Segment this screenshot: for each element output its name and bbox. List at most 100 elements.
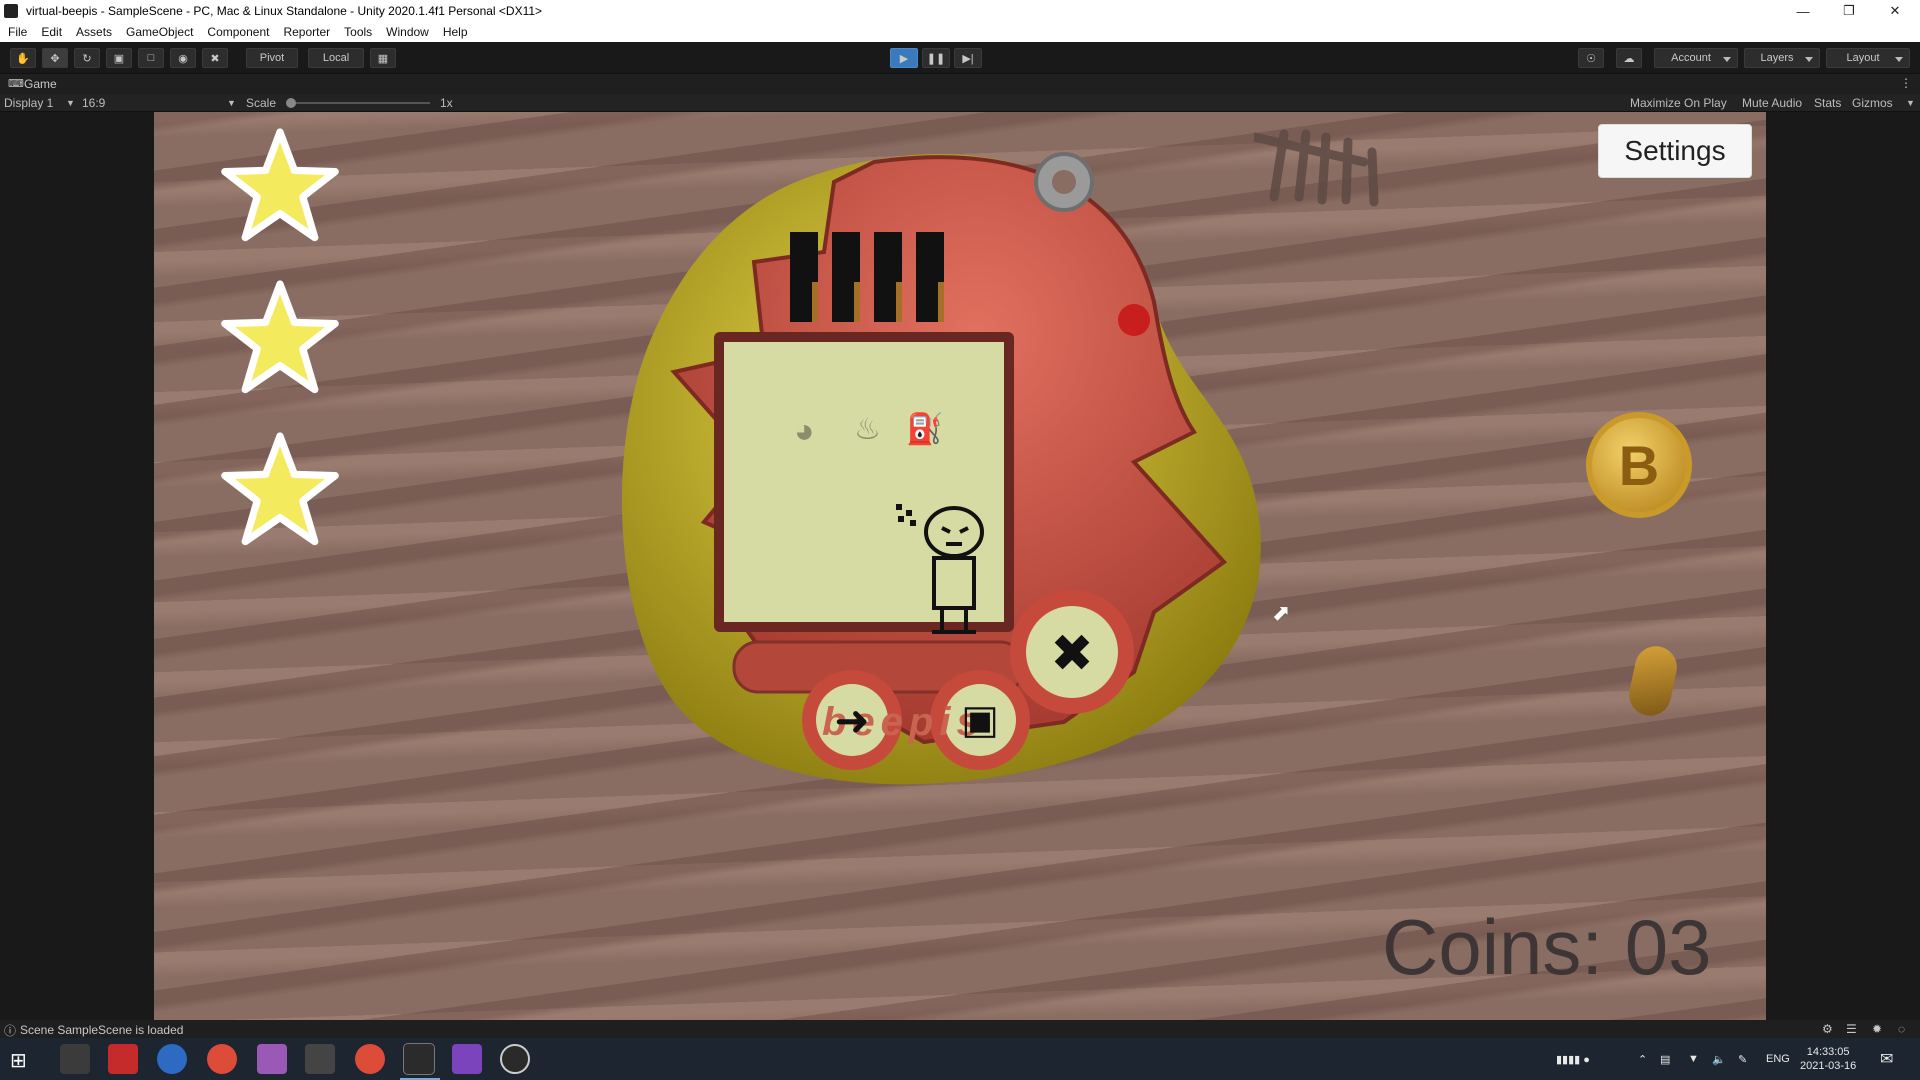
info-icon: ⓘ <box>4 1024 17 1038</box>
title-bar: virtual-beepis - SampleScene - PC, Mac &… <box>0 0 1920 22</box>
status-bar: ⓘ Scene SampleScene is loaded ⚙ ☰ ✹ ◌ <box>0 1020 1920 1038</box>
scale-label: Scale <box>246 96 277 110</box>
transform-tool-icon[interactable]: ◉ <box>170 48 196 68</box>
move-tool-icon[interactable]: ✥ <box>42 48 68 68</box>
minimize-button[interactable]: — <box>1780 0 1826 22</box>
stats-toggle[interactable]: Stats <box>1814 96 1841 110</box>
hand-tool-icon[interactable]: ✋ <box>10 48 36 68</box>
window-title: virtual-beepis - SampleScene - PC, Mac &… <box>26 4 543 18</box>
coin-symbol: B <box>1618 433 1660 497</box>
taskbar-gitkraken-icon[interactable] <box>305 1044 335 1074</box>
menu-reporter[interactable]: Reporter <box>283 25 330 39</box>
close-button[interactable]: ✕ <box>1872 0 1918 22</box>
bug-icon[interactable]: ✹ <box>1872 1022 1882 1036</box>
aspect-dropdown[interactable]: 16:9 <box>82 96 105 110</box>
taskbar-todoist-icon[interactable] <box>108 1044 138 1074</box>
display-dropdown[interactable]: Display 1 <box>4 96 53 110</box>
tray-wifi-icon[interactable]: ▼ <box>1688 1038 1699 1080</box>
windows-taskbar: ⊞ ▮▮▮▮ ● ⌃ ▤ ▼ 🔈 ✎ ENG 14:33:05 2021-03-… <box>0 1038 1920 1080</box>
account-dropdown[interactable]: Account <box>1654 48 1738 68</box>
gamepad-icon: ⌨ <box>8 78 24 90</box>
pause-button[interactable]: ❚❚ <box>922 48 950 68</box>
menu-help[interactable]: Help <box>443 25 468 39</box>
scale-value: 1x <box>440 96 453 110</box>
language-label: ENG <box>1766 1053 1790 1065</box>
taskbar-chrome-icon[interactable] <box>207 1044 237 1074</box>
windows-start-icon[interactable]: ⊞ <box>10 1048 27 1073</box>
debug-icon[interactable]: ⚙ <box>1822 1022 1833 1036</box>
chevron-down-icon: ▼ <box>227 98 236 108</box>
taskbar-unity-icon[interactable] <box>403 1043 435 1075</box>
menu-gameobject[interactable]: GameObject <box>126 25 193 39</box>
game-view-controls: Display 1 ▼ 16:9 ▼ Scale 1x Maximize On … <box>0 94 1920 112</box>
play-button[interactable]: ▶ <box>890 48 918 68</box>
scale-slider-track[interactable] <box>290 102 430 104</box>
clock-date: 2021-03-16 <box>1800 1060 1857 1072</box>
rect-tool-icon[interactable]: □ <box>138 48 164 68</box>
taskbar-visual-studio-icon[interactable] <box>452 1044 482 1074</box>
restore-button[interactable]: ❐ <box>1826 0 1872 22</box>
notification-icon[interactable]: ✉ <box>1880 1038 1893 1080</box>
tab-game[interactable]: Game <box>24 77 57 91</box>
taskbar-thunderbird-icon[interactable] <box>157 1044 187 1074</box>
local-label: Local <box>322 52 350 64</box>
pet-character-icon <box>896 504 984 634</box>
progress-icon[interactable]: ◌ <box>1898 1022 1905 1036</box>
chevron-down-icon: ▼ <box>1906 98 1915 108</box>
layout-label: Layout <box>1846 52 1880 64</box>
coin-icon[interactable]: B <box>1586 412 1692 518</box>
toilet-icon: ⛽ <box>906 413 944 446</box>
menu-component[interactable]: Component <box>207 25 269 39</box>
stack-icon[interactable]: ☰ <box>1846 1022 1857 1036</box>
next-arrow-button[interactable]: ➜ <box>816 684 888 756</box>
select-button[interactable]: ▣ <box>944 684 1016 756</box>
menu-file[interactable]: File <box>8 25 27 39</box>
step-button[interactable]: ▶| <box>954 48 982 68</box>
rotate-tool-icon[interactable]: ↻ <box>74 48 100 68</box>
menu-tools[interactable]: Tools <box>344 25 372 39</box>
status-message[interactable]: Scene SampleScene is loaded <box>20 1023 183 1037</box>
settings-button[interactable]: Settings <box>1598 124 1752 178</box>
taskbar-discord-icon[interactable] <box>257 1044 287 1074</box>
layers-dropdown[interactable]: Layers <box>1744 48 1820 68</box>
tray-pen-icon[interactable]: ✎ <box>1738 1038 1747 1080</box>
maximize-on-play-toggle[interactable]: Maximize On Play <box>1630 96 1727 110</box>
local-button[interactable]: Local <box>308 48 364 68</box>
taskbar-app-x-icon[interactable] <box>60 1044 90 1074</box>
clock-time: 14:33:05 <box>1806 1046 1850 1058</box>
mute-audio-toggle[interactable]: Mute Audio <box>1742 96 1802 110</box>
mouse-cursor-icon: ⬈ <box>1272 600 1291 625</box>
game-viewport[interactable]: Settings ◕ ♨ ⛽ beepis ✖ ➜ ▣ B ⬈ Coins: 0… <box>154 112 1766 1020</box>
taskbar-obs-icon[interactable] <box>500 1044 530 1074</box>
star-icon <box>221 432 339 546</box>
menu-bar: File Edit Assets GameObject Component Re… <box>0 22 1920 42</box>
tray-network-icon[interactable]: ▤ <box>1660 1038 1670 1080</box>
scale-tool-icon[interactable]: ▣ <box>106 48 132 68</box>
cloud-icon[interactable]: ☁ <box>1616 48 1642 68</box>
game-tab-bar: ⌨ Game ⋮ <box>0 74 1920 94</box>
toolbar: ✋ ✥ ↻ ▣ □ ◉ ✖ Pivot Local ▦ ▶ ❚❚ ▶| ☉ ☁ … <box>0 42 1920 74</box>
food-item-icon[interactable] <box>1625 642 1681 720</box>
unity-icon <box>4 4 18 18</box>
collab-icon[interactable]: ☉ <box>1578 48 1604 68</box>
menu-assets[interactable]: Assets <box>76 25 112 39</box>
tab-menu-icon[interactable]: ⋮ <box>1900 76 1912 90</box>
menu-window[interactable]: Window <box>386 25 429 39</box>
layers-label: Layers <box>1760 52 1794 64</box>
language-indicator[interactable]: ENG <box>1766 1038 1790 1080</box>
tray-chevron-icon[interactable]: ⌃ <box>1638 1038 1647 1080</box>
clock[interactable]: 14:33:05 2021-03-16 <box>1800 1038 1856 1080</box>
smoke-icon: ♨ <box>854 413 881 446</box>
layout-dropdown[interactable]: Layout <box>1826 48 1910 68</box>
tray-widget-icon[interactable]: ▮▮▮▮ ● <box>1556 1038 1590 1080</box>
close-action-button[interactable]: ✖ <box>1026 608 1118 700</box>
menu-edit[interactable]: Edit <box>41 25 62 39</box>
pivot-button[interactable]: Pivot <box>246 48 298 68</box>
custom-tool-icon[interactable]: ✖ <box>202 48 228 68</box>
gizmos-dropdown[interactable]: Gizmos <box>1852 96 1893 110</box>
scale-slider-handle[interactable] <box>286 98 296 108</box>
chevron-down-icon: ▼ <box>66 98 75 108</box>
taskbar-chrome-icon[interactable] <box>355 1044 385 1074</box>
tray-volume-icon[interactable]: 🔈 <box>1712 1038 1726 1080</box>
grid-snap-icon[interactable]: ▦ <box>370 48 396 68</box>
